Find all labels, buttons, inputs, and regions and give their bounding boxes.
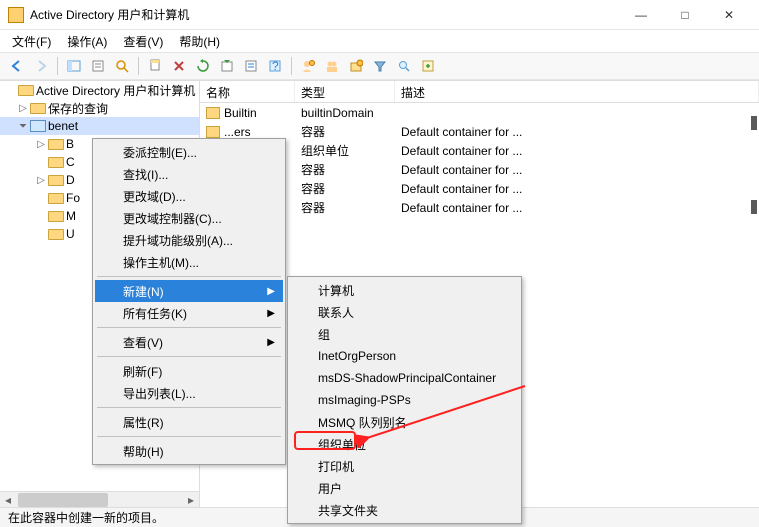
menu-item[interactable]: 属性(R) [95,411,283,433]
chevron-right-icon: ▶ [267,308,275,319]
domain-icon [30,120,46,132]
submenu-item[interactable]: 组 [290,323,519,345]
menu-item[interactable]: 查看(V)▶ [95,331,283,353]
submenu-item[interactable]: 用户 [290,477,519,499]
list-row[interactable]: BuiltinbuiltinDomain [200,103,759,122]
menu-item[interactable]: 提升域功能级别(A)... [95,229,283,251]
export-icon[interactable] [216,55,238,77]
tree-domain[interactable]: ⏷ benet [0,117,199,135]
column-desc[interactable]: 描述 [395,81,759,102]
new-ou-icon[interactable] [345,55,367,77]
menu-item[interactable]: 新建(N)▶ [95,280,283,302]
menu-separator [97,356,281,357]
menu-item[interactable]: 刷新(F) [95,360,283,382]
delete-icon[interactable] [168,55,190,77]
menu-separator [97,276,281,277]
filter-icon[interactable] [369,55,391,77]
svg-text:?: ? [272,59,279,73]
menu-item[interactable]: 操作主机(M)... [95,251,283,273]
folder-icon [48,139,64,150]
folder-icon [18,85,34,96]
scroll-thumb[interactable] [18,493,108,507]
column-type[interactable]: 类型 [295,81,395,102]
chevron-right-icon: ▶ [267,286,275,297]
find-objects-icon[interactable] [393,55,415,77]
tree-root-label: Active Directory 用户和计算机 [36,82,195,99]
menu-item[interactable]: 委派控制(E)... [95,141,283,163]
scroll-right-icon[interactable]: ▸ [183,493,199,507]
submenu-item[interactable]: 打印机 [290,455,519,477]
menu-item[interactable]: 更改域控制器(C)... [95,207,283,229]
menu-separator [97,436,281,437]
submenu-item[interactable]: 组织单位 [290,433,519,455]
app-icon [8,7,24,23]
help-icon[interactable]: ? [264,55,286,77]
folder-icon [48,211,64,222]
folder-icon [206,126,220,138]
menu-item[interactable]: 更改域(D)... [95,185,283,207]
close-button[interactable]: ✕ [707,0,751,29]
menu-separator [97,327,281,328]
submenu-item[interactable]: MSMQ 队列别名 [290,411,519,433]
list-header: 名称 类型 描述 [200,81,759,103]
new-user-icon[interactable] [297,55,319,77]
submenu-new: 计算机联系人组InetOrgPersonmsDS-ShadowPrincipal… [287,276,522,524]
properties-icon[interactable] [240,55,262,77]
menu-item[interactable]: 导出列表(L)... [95,382,283,404]
menu-item[interactable]: 所有任务(K)▶ [95,302,283,324]
column-name[interactable]: 名称 [200,81,295,102]
menu-item[interactable]: 帮助(H) [95,440,283,462]
submenu-item[interactable]: InetOrgPerson [290,345,519,367]
submenu-item[interactable]: 共享文件夹 [290,499,519,521]
right-edge-decor [751,78,759,527]
status-text: 在此容器中创建一新的项目。 [8,509,164,526]
scroll-left-icon[interactable]: ◂ [0,493,16,507]
title-bar: Active Directory 用户和计算机 — □ ✕ [0,0,759,30]
tree-domain-label: benet [48,119,78,133]
submenu-item[interactable]: 联系人 [290,301,519,323]
tree-root[interactable]: Active Directory 用户和计算机 [0,81,199,99]
back-button[interactable] [6,55,28,77]
new-group-icon[interactable] [321,55,343,77]
window-title: Active Directory 用户和计算机 [30,6,619,23]
folder-icon [48,193,64,204]
tree-horizontal-scrollbar[interactable]: ◂ ▸ [0,491,199,507]
folder-icon [48,175,64,186]
add-criteria-icon[interactable] [417,55,439,77]
tree-saved-queries[interactable]: ▷ 保存的查询 [0,99,199,117]
forward-button[interactable] [30,55,52,77]
folder-icon [30,103,46,114]
maximize-button[interactable]: □ [663,0,707,29]
tree-saved-label: 保存的查询 [48,100,108,117]
show-hide-tree-button[interactable] [63,55,85,77]
menu-file[interactable]: 文件(F) [4,31,59,52]
menu-view[interactable]: 查看(V) [115,31,171,52]
menu-action[interactable]: 操作(A) [59,31,115,52]
cut-icon[interactable] [87,55,109,77]
menu-separator [97,407,281,408]
context-menu: 委派控制(E)...查找(I)...更改域(D)...更改域控制器(C)...提… [92,138,286,465]
toolbar: ? [0,52,759,80]
submenu-item[interactable]: msImaging-PSPs [290,389,519,411]
folder-icon [206,107,220,119]
folder-icon [48,229,64,240]
menu-bar: 文件(F) 操作(A) 查看(V) 帮助(H) [0,30,759,52]
submenu-item[interactable]: 计算机 [290,279,519,301]
chevron-right-icon: ▶ [267,337,275,348]
menu-help[interactable]: 帮助(H) [171,31,228,52]
minimize-button[interactable]: — [619,0,663,29]
copy-icon[interactable] [144,55,166,77]
folder-icon [48,157,64,168]
menu-item[interactable]: 查找(I)... [95,163,283,185]
submenu-item[interactable]: msDS-ShadowPrincipalContainer [290,367,519,389]
find-icon[interactable] [111,55,133,77]
refresh-icon[interactable] [192,55,214,77]
